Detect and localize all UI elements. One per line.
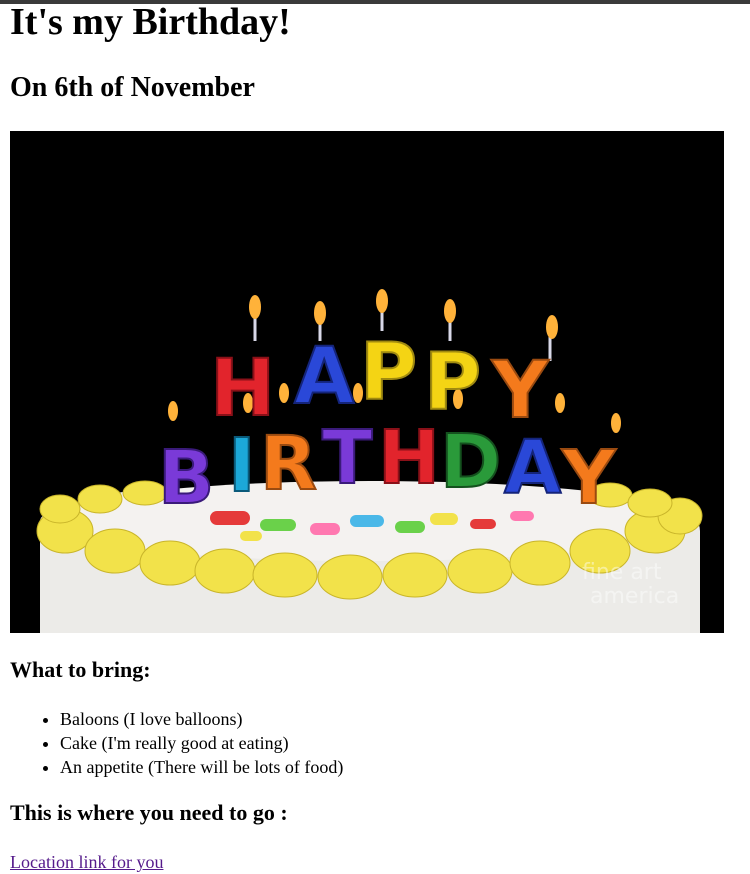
location-link[interactable]: Location link for you	[10, 850, 163, 874]
candle-letter-a2: A	[504, 425, 561, 511]
list-item: An appetite (There will be lots of food)	[60, 755, 343, 779]
page-title: It's my Birthday!	[10, 1, 291, 43]
candle-letter-p1: P	[360, 328, 417, 418]
candle-letter-i: I	[228, 423, 256, 509]
candle-letter-a: A	[294, 332, 354, 422]
watermark-text-2: america	[590, 584, 679, 609]
candle-letter-t: T	[322, 415, 373, 501]
watermark-text: fine art	[582, 560, 662, 585]
list-item: Baloons (I love balloons)	[60, 707, 343, 731]
birthday-cake-illustration: H A P P Y B I R T H D A Y fine art ameri…	[10, 131, 724, 633]
date-subtitle: On 6th of November	[10, 72, 255, 103]
candle-letter-h2: H	[378, 415, 440, 501]
candle-letter-r: R	[260, 421, 317, 507]
bring-list: Baloons (I love balloons) Cake (I'm real…	[10, 707, 343, 779]
location-heading: This is where you need to go :	[10, 800, 288, 825]
list-item: Cake (I'm really good at eating)	[60, 731, 343, 755]
candle-letter-b: B	[158, 435, 214, 521]
what-to-bring-heading: What to bring:	[10, 657, 151, 682]
candle-letter-d: D	[440, 419, 501, 505]
birthday-cake-image: H A P P Y B I R T H D A Y fine art ameri…	[10, 131, 724, 633]
candle-letter-y2: Y	[561, 435, 617, 521]
